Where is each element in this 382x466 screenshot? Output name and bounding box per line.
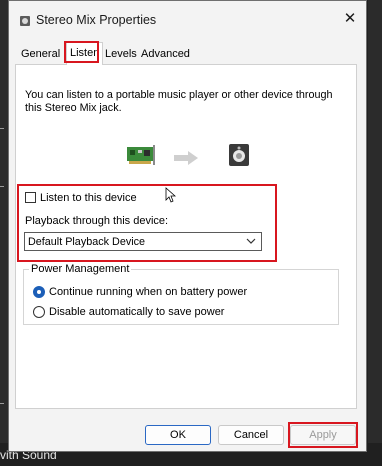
listen-checkbox-label: Listen to this device	[40, 192, 137, 204]
cancel-button[interactable]: Cancel	[218, 425, 284, 445]
chevron-down-icon	[246, 238, 256, 244]
speaker-icon	[229, 144, 249, 166]
window-title: Stereo Mix Properties	[36, 13, 157, 27]
close-button[interactable]: ✕	[342, 11, 358, 27]
background-divider	[0, 186, 4, 187]
sound-card-icon	[127, 145, 155, 165]
apply-button[interactable]: Apply	[290, 425, 356, 445]
continue-running-radio[interactable]	[33, 286, 45, 298]
background-divider	[0, 403, 4, 404]
title-bar: Stereo Mix Properties ✕	[9, 1, 366, 41]
tab-general[interactable]: General	[18, 44, 63, 64]
tab-advanced[interactable]: Advanced	[138, 44, 193, 64]
tab-strip: General Listen Levels Advanced	[16, 41, 358, 65]
disable-auto-radio[interactable]	[33, 306, 45, 318]
properties-dialog: Stereo Mix Properties ✕ General Listen L…	[8, 0, 367, 452]
background-window	[0, 0, 8, 465]
mouse-pointer-icon	[165, 187, 176, 203]
speaker-icon	[20, 16, 30, 26]
playback-device-dropdown[interactable]: Default Playback Device	[24, 232, 262, 251]
ok-button[interactable]: OK	[145, 425, 211, 445]
playback-device-value: Default Playback Device	[28, 236, 146, 248]
background-divider	[0, 128, 4, 129]
listen-checkbox[interactable]	[25, 192, 36, 203]
continue-running-label: Continue running when on battery power	[49, 286, 248, 298]
playback-label: Playback through this device:	[25, 215, 169, 227]
listen-description: You can listen to a portable music playe…	[25, 89, 333, 114]
tab-listen[interactable]: Listen	[66, 42, 104, 65]
arrow-right-icon	[174, 151, 198, 165]
tab-levels[interactable]: Levels	[102, 44, 140, 64]
background-window-right	[368, 0, 382, 465]
disable-auto-label: Disable automatically to save power	[49, 306, 225, 318]
power-management-label: Power Management	[29, 263, 132, 275]
